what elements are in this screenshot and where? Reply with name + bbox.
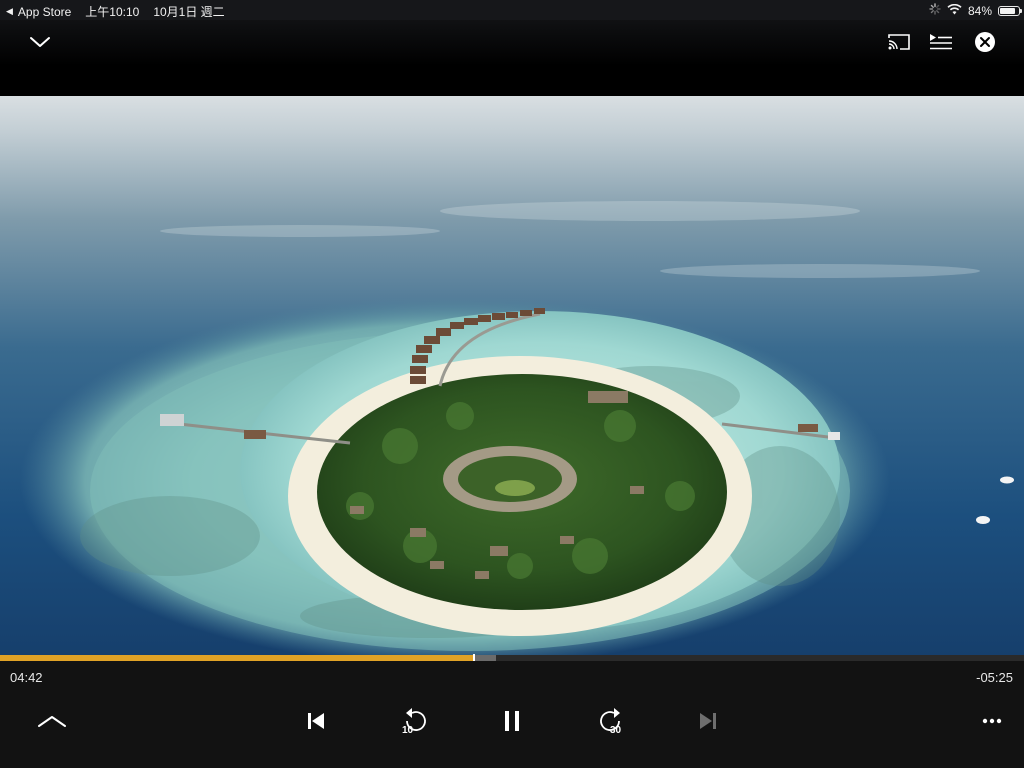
next-track-button[interactable]	[688, 703, 728, 739]
skip-previous-icon	[308, 713, 324, 729]
previous-track-button[interactable]	[296, 703, 336, 739]
island-video-image	[0, 96, 1024, 656]
back-arrow-icon[interactable]: ◀	[6, 6, 13, 17]
rewind-seconds-label: 10	[402, 725, 414, 736]
close-button[interactable]	[970, 28, 1000, 56]
forward-30-button[interactable]: 30	[590, 703, 630, 739]
close-icon	[975, 32, 995, 52]
chevron-down-icon	[30, 37, 50, 47]
more-options-button[interactable]	[972, 703, 1012, 739]
cast-button[interactable]	[884, 28, 914, 56]
back-to-app-label[interactable]: App Store	[18, 5, 71, 19]
status-left: ◀ App Store 上午10:10 10月1日 週二	[6, 3, 225, 20]
playback-controls: 04:42 -05:25 10 30	[0, 661, 1024, 768]
status-time: 上午10:10	[85, 5, 140, 19]
queue-icon	[930, 34, 952, 50]
expand-player-button[interactable]	[32, 703, 72, 739]
activity-spinner-icon	[929, 3, 941, 18]
battery-percent: 84%	[967, 3, 992, 18]
status-date: 10月1日 週二	[153, 5, 225, 19]
chevron-up-icon	[38, 716, 66, 727]
more-icon	[982, 718, 1002, 724]
player-top-bar	[0, 20, 1024, 96]
skip-next-icon	[700, 713, 716, 729]
battery-level	[1000, 7, 1016, 14]
pause-icon	[505, 711, 519, 731]
battery-icon	[998, 5, 1022, 16]
remaining-time: -05:25	[976, 670, 1013, 685]
collapse-player-button[interactable]	[24, 28, 56, 56]
elapsed-time: 04:42	[10, 670, 43, 685]
queue-button[interactable]	[926, 28, 956, 56]
wifi-icon	[947, 3, 962, 18]
pause-button[interactable]	[492, 703, 532, 739]
video-frame[interactable]	[0, 96, 1024, 656]
video-player-screen: ◀ App Store 上午10:10 10月1日 週二 84% 04:42 -…	[0, 0, 1024, 768]
cast-icon	[888, 34, 910, 50]
rewind-10-button[interactable]: 10	[396, 703, 436, 739]
status-bar: ◀ App Store 上午10:10 10月1日 週二 84%	[0, 0, 1024, 20]
status-right: 84%	[929, 3, 1022, 18]
forward-seconds-label: 30	[610, 725, 622, 736]
